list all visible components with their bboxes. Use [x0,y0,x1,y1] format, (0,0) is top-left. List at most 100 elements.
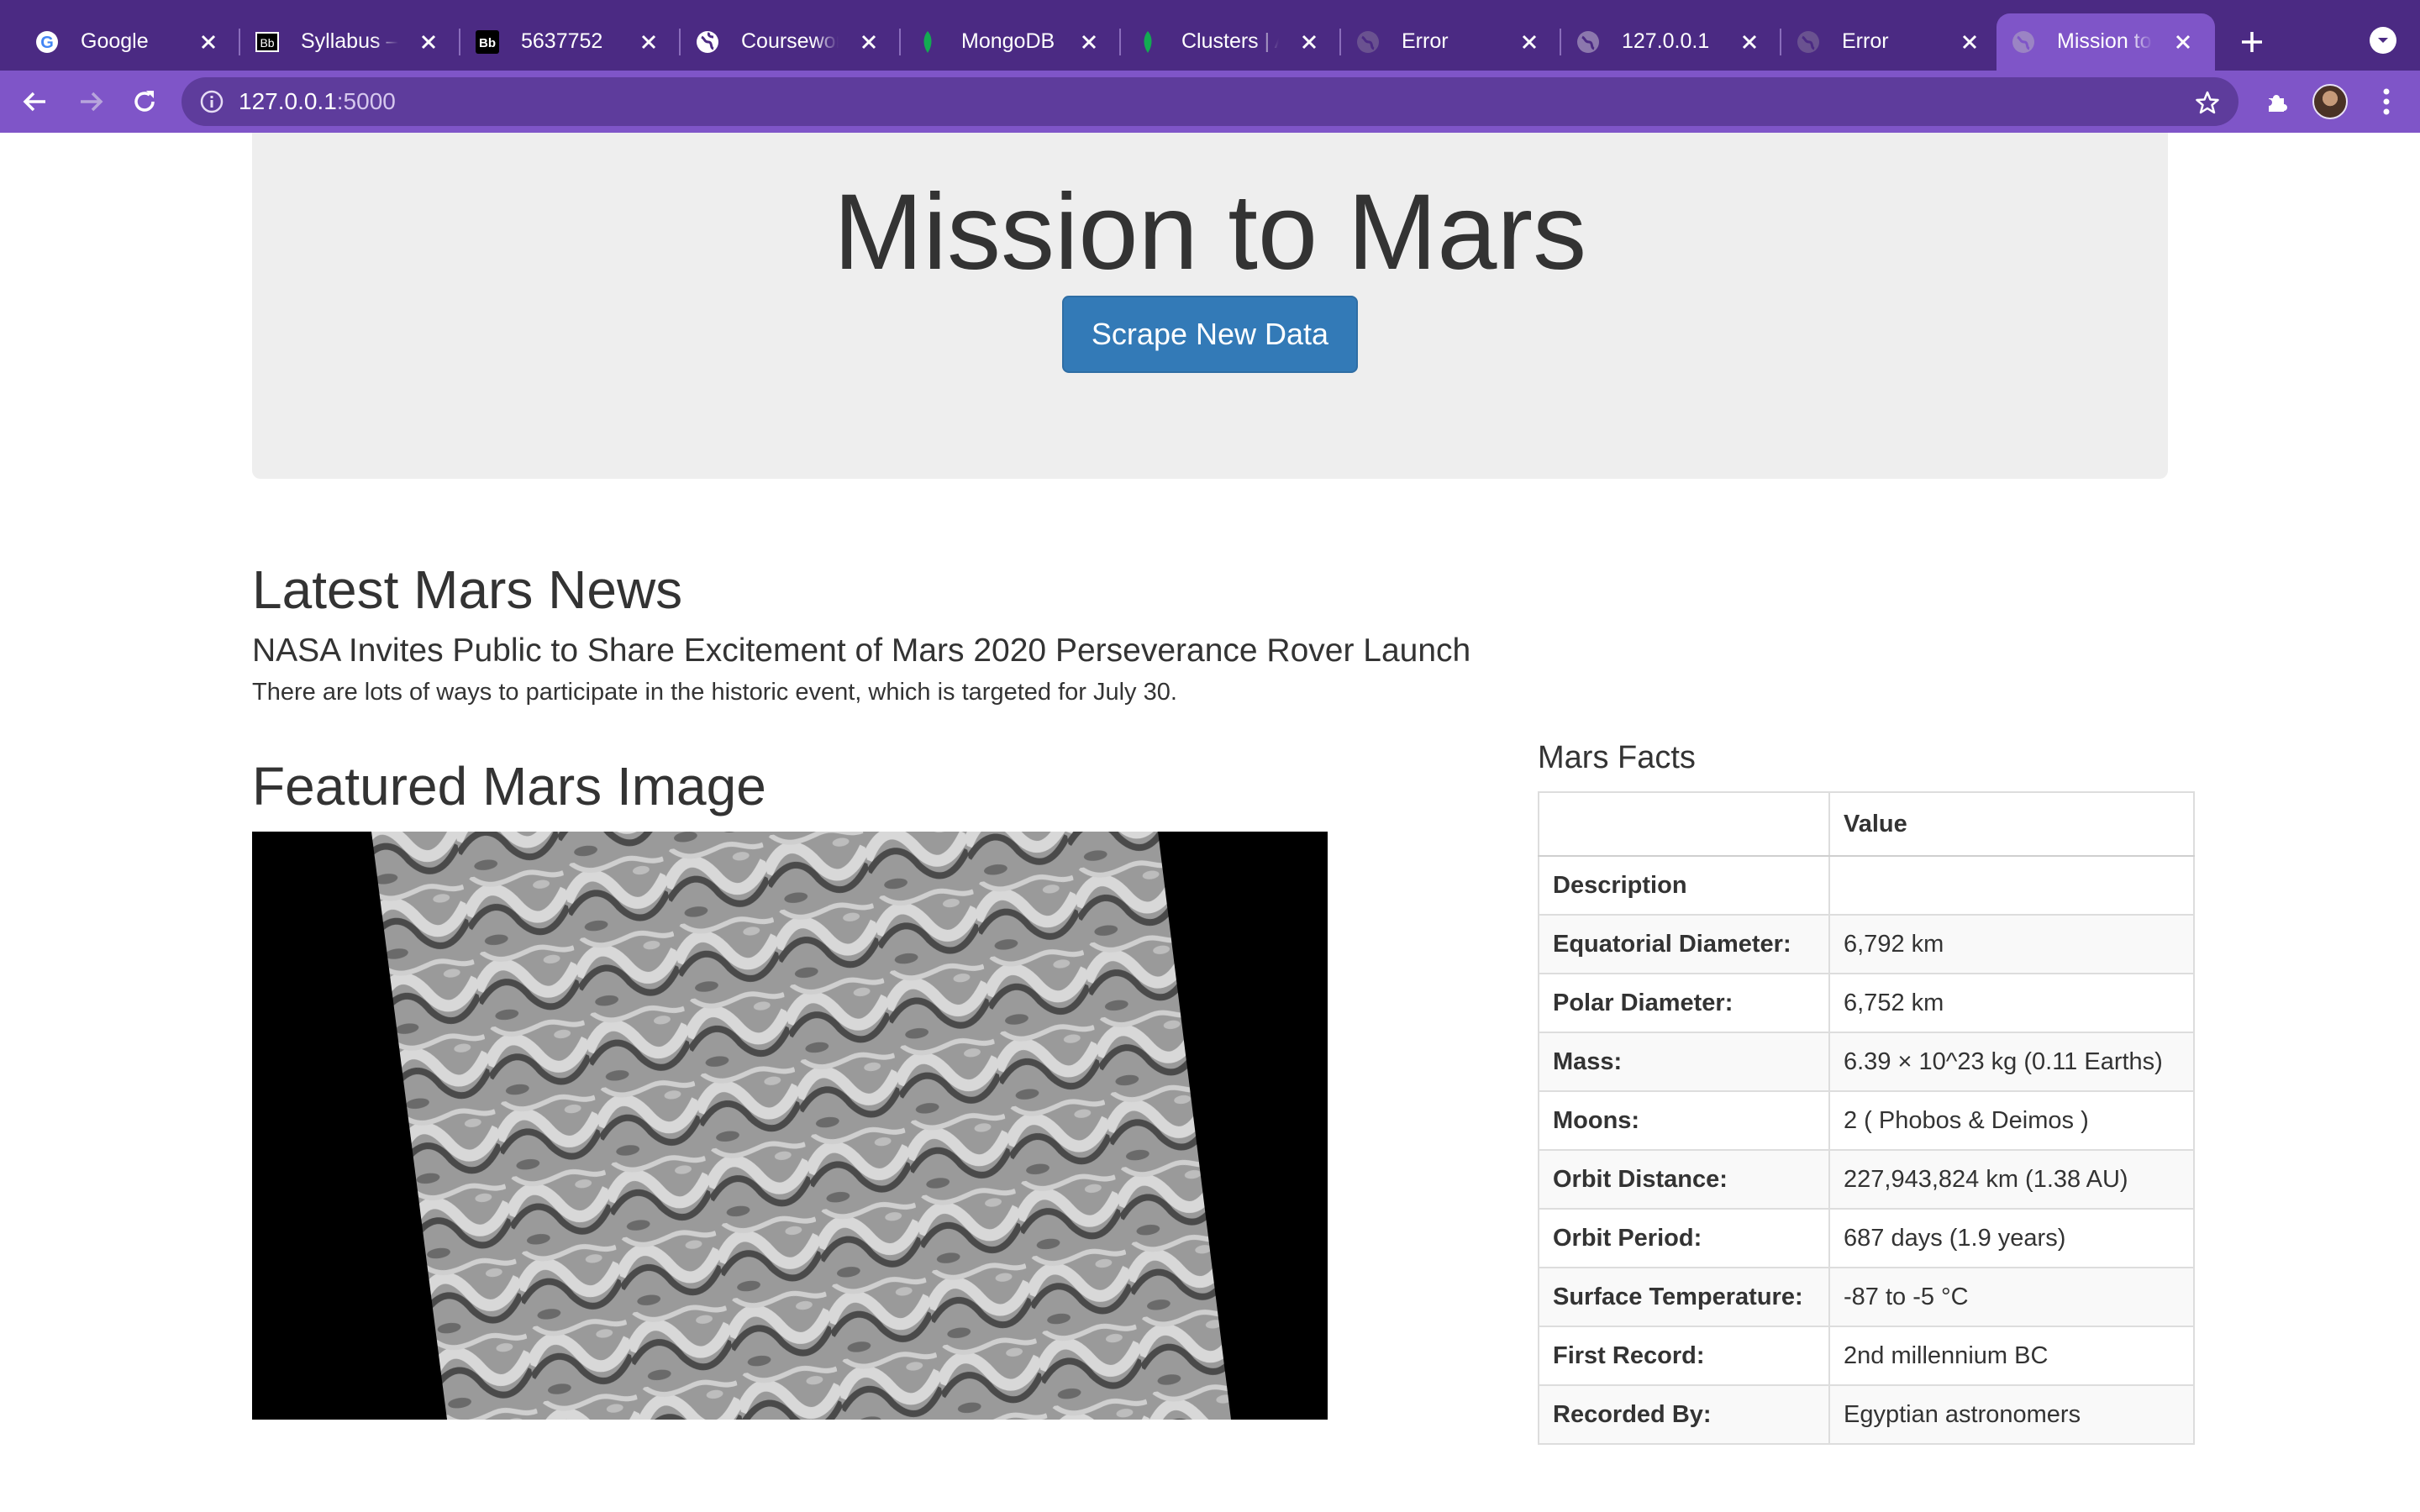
tab-title: Clusters | A [1181,29,1279,53]
fact-value: 2nd millennium BC [1828,1326,2195,1386]
close-icon[interactable] [1956,29,1983,55]
fact-value: 2 ( Phobos & Deimos ) [1828,1090,2195,1151]
globe-icon [2010,29,2037,55]
back-arrow-icon[interactable] [18,85,52,118]
tab-title: MongoDB [961,29,1055,53]
fact-value: 6,752 km [1828,973,2195,1033]
tab-title: Coursework [741,29,839,53]
fact-value: Egyptian astronomers [1828,1384,2195,1445]
tab-error-1[interactable]: Error [1341,13,1561,71]
tab-5637752[interactable]: Bb 5637752 [460,13,681,71]
svg-text:G: G [40,34,54,52]
tab-title: 127.0.0.1 [1622,29,1710,53]
tab-title: Google [81,29,149,53]
table-row: Polar Diameter: 6,752 km [1538,973,2195,1033]
info-icon[interactable] [198,88,225,115]
mars-facts-table: Value Description Equatorial Diameter: 6,… [1538,791,2195,1445]
close-icon[interactable] [2170,29,2196,55]
table-index-blank [1828,855,2195,916]
scrape-new-data-button[interactable]: Scrape New Data [1062,296,1358,373]
fact-value: 6.39 × 10^23 kg (0.11 Earths) [1828,1032,2195,1092]
featured-image-heading: Featured Mars Image [252,756,766,816]
fact-value: 6,792 km [1828,914,2195,974]
extensions-puzzle-icon[interactable] [2260,85,2294,118]
fact-key: Equatorial Diameter: [1538,914,1830,974]
svg-text:Bb: Bb [479,36,496,50]
tab-title: Error [1402,29,1449,53]
table-header-cell: Value [1828,791,2195,857]
table-row: First Record: 2nd millennium BC [1538,1326,2195,1386]
fact-key: Moons: [1538,1090,1830,1151]
svg-text:Bb: Bb [260,36,274,50]
close-icon[interactable] [415,29,442,55]
profile-avatar[interactable] [2312,84,2348,119]
table-row: Surface Temperature: -87 to -5 °C [1538,1267,2195,1327]
news-teaser: There are lots of ways to participate in… [252,679,1177,706]
address-bar[interactable]: 127.0.0.1:5000 [182,77,2238,126]
close-icon[interactable] [1296,29,1323,55]
table-index-row: Description [1538,855,2195,916]
tab-mission-to-mars[interactable]: Mission to M [1996,13,2215,71]
bb-icon: Bb [474,29,501,55]
tab-strip: G Google Bb Syllabus – 2 Bb 5637752 Cour… [0,0,2420,71]
close-icon[interactable] [1076,29,1102,55]
tab-title: Mission to M [2057,29,2153,53]
fact-key: First Record: [1538,1326,1830,1386]
tab-coursework[interactable]: Coursework [681,13,901,71]
forward-arrow-icon[interactable] [74,85,108,118]
news-title: NASA Invites Public to Share Excitement … [252,633,1471,669]
tab-title: Error [1842,29,1889,53]
page-title: Mission to Mars [833,172,1587,292]
url-text: 127.0.0.1:5000 [239,77,396,126]
fact-value: -87 to -5 °C [1828,1267,2195,1327]
fact-key: Recorded By: [1538,1384,1830,1445]
url-port: :5000 [336,88,396,114]
globe-icon [1355,29,1381,55]
mongodb-leaf-icon [1134,29,1161,55]
bookmark-star-icon[interactable] [2193,88,2222,117]
close-icon[interactable] [1736,29,1763,55]
table-row: Orbit Period: 687 days (1.9 years) [1538,1208,2195,1268]
globe-icon [694,29,721,55]
close-icon[interactable] [855,29,882,55]
table-row: Moons: 2 ( Phobos & Deimos ) [1538,1090,2195,1151]
kebab-menu-icon[interactable] [2370,84,2403,119]
fact-key: Surface Temperature: [1538,1267,1830,1327]
google-icon: G [34,29,60,55]
table-row: Recorded By: Egyptian astronomers [1538,1384,2195,1445]
close-icon[interactable] [195,29,222,55]
table-header-row: Value [1538,791,2195,857]
tab-clusters[interactable]: Clusters | A [1121,13,1341,71]
tab-title: Syllabus – 2 [301,29,398,53]
table-header-cell [1538,791,1830,857]
jumbotron-header: Mission to Mars Scrape New Data [252,133,2168,479]
fact-key: Orbit Period: [1538,1208,1830,1268]
browser-toolbar: 127.0.0.1:5000 [0,71,2420,133]
tab-google[interactable]: G Google [20,13,240,71]
reload-icon[interactable] [128,85,161,118]
tab-mongodb[interactable]: MongoDB [901,13,1121,71]
tab-error-2[interactable]: Error [1781,13,2002,71]
fact-value: 687 days (1.9 years) [1828,1208,2195,1268]
tab-search-chevron-icon[interactable] [2370,27,2396,54]
tab-syllabus[interactable]: Bb Syllabus – 2 [240,13,460,71]
table-row: Orbit Distance: 227,943,824 km (1.38 AU) [1538,1149,2195,1210]
table-index-label: Description [1538,855,1830,916]
globe-icon [1575,29,1602,55]
featured-mars-image [252,832,1328,1420]
url-host: 127.0.0.1 [239,88,337,114]
fact-key: Mass: [1538,1032,1830,1092]
close-icon[interactable] [1516,29,1543,55]
close-icon[interactable] [635,29,662,55]
mongodb-leaf-icon [914,29,941,55]
globe-icon [1795,29,1822,55]
table-row: Mass: 6.39 × 10^23 kg (0.11 Earths) [1538,1032,2195,1092]
fact-value: 227,943,824 km (1.38 AU) [1828,1149,2195,1210]
blackboard-icon: Bb [254,29,281,55]
mars-facts-heading: Mars Facts [1538,740,1696,775]
fact-key: Orbit Distance: [1538,1149,1830,1210]
new-tab-plus-icon[interactable] [2235,25,2269,59]
tab-localhost[interactable]: 127.0.0.1 [1561,13,1781,71]
news-heading: Latest Mars News [252,559,683,620]
fact-key: Polar Diameter: [1538,973,1830,1033]
